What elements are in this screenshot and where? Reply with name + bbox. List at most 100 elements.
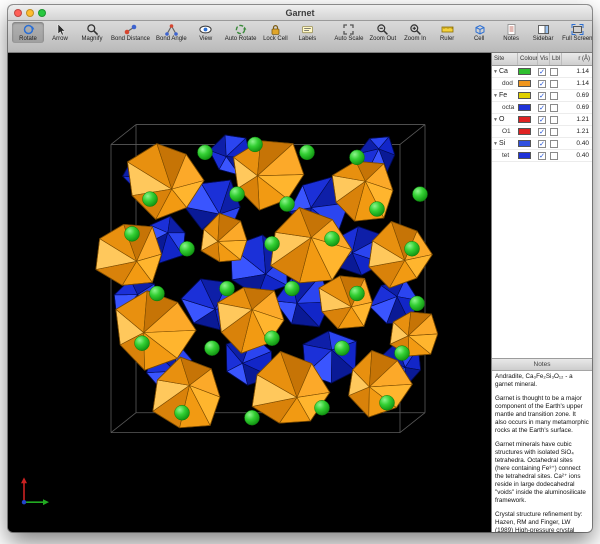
- site-color-swatch[interactable]: [518, 116, 531, 123]
- disclosure-triangle-icon[interactable]: ▼: [492, 117, 499, 123]
- site-row-fe[interactable]: ▼Fe✓0.69: [492, 90, 592, 102]
- tool-rotate-button[interactable]: Rotate: [12, 22, 44, 43]
- site-color-swatch[interactable]: [518, 80, 531, 87]
- calcium-atom[interactable]: [325, 231, 340, 246]
- site-row-ca[interactable]: ▼Ca✓1.14: [492, 66, 592, 78]
- panel-sidebar-button[interactable]: Sidebar: [527, 22, 559, 43]
- structure-canvas[interactable]: [8, 53, 491, 532]
- panel-cell-button[interactable]: Cell: [463, 22, 495, 43]
- label-checkbox[interactable]: [550, 140, 558, 148]
- column-header-vis[interactable]: Vis: [538, 53, 550, 65]
- calcium-atom[interactable]: [245, 410, 260, 425]
- ruler-icon: [441, 23, 454, 36]
- site-row-o1[interactable]: O1✓1.21: [492, 126, 592, 138]
- zoom-button[interactable]: [38, 9, 46, 17]
- panel-full-screen-button[interactable]: Full Screen: [559, 22, 592, 43]
- tool-lock-cell-button[interactable]: Lock Cell: [259, 22, 291, 43]
- site-row-dod[interactable]: dod✓1.14: [492, 78, 592, 90]
- column-header-site[interactable]: Site: [492, 53, 518, 65]
- label-checkbox[interactable]: [550, 68, 558, 76]
- column-header-lbl[interactable]: Lbl: [550, 53, 562, 65]
- calcium-atom[interactable]: [175, 405, 190, 420]
- calcium-atom[interactable]: [380, 395, 395, 410]
- orange-polyhedron[interactable]: [319, 276, 372, 329]
- site-row-si[interactable]: ▼Si✓0.40: [492, 138, 592, 150]
- tool-bond-angle-button[interactable]: Bond Angle: [153, 22, 190, 43]
- calcium-atom[interactable]: [265, 331, 280, 346]
- tool-auto-rotate-button[interactable]: Auto Rotate: [222, 22, 260, 43]
- visibility-checkbox[interactable]: ✓: [538, 128, 546, 136]
- visibility-checkbox[interactable]: ✓: [538, 116, 546, 124]
- site-name: Si: [499, 140, 505, 147]
- disclosure-triangle-icon[interactable]: ▼: [492, 69, 499, 75]
- site-color-swatch[interactable]: [518, 68, 531, 75]
- calcium-atom[interactable]: [395, 346, 410, 361]
- site-color-swatch[interactable]: [518, 152, 531, 159]
- panel-ruler-button[interactable]: Ruler: [431, 22, 463, 43]
- calcium-atom[interactable]: [248, 137, 263, 152]
- calcium-atom[interactable]: [125, 226, 140, 241]
- column-header-r[interactable]: r (Å): [562, 53, 592, 65]
- title-bar[interactable]: Garnet: [8, 5, 592, 21]
- calcium-atom[interactable]: [405, 241, 420, 256]
- calcium-atom[interactable]: [350, 286, 365, 301]
- calcium-atom[interactable]: [265, 236, 280, 251]
- label-checkbox[interactable]: [550, 92, 558, 100]
- calcium-atom[interactable]: [350, 150, 365, 165]
- calcium-atom[interactable]: [285, 281, 300, 296]
- label-checkbox[interactable]: [550, 116, 558, 124]
- calcium-atom[interactable]: [135, 336, 150, 351]
- column-header-colour[interactable]: Colour: [518, 53, 538, 65]
- tool-bond-distance-button[interactable]: Bond Distance: [108, 22, 153, 43]
- site-color-swatch[interactable]: [518, 92, 531, 99]
- calcium-atom[interactable]: [280, 197, 295, 212]
- visibility-checkbox[interactable]: ✓: [538, 140, 546, 148]
- calcium-atom[interactable]: [150, 286, 165, 301]
- visibility-checkbox[interactable]: ✓: [538, 152, 546, 160]
- calcium-atom[interactable]: [198, 145, 213, 160]
- visibility-checkbox[interactable]: ✓: [538, 92, 546, 100]
- zoom-out-icon: [376, 23, 389, 36]
- visibility-checkbox[interactable]: ✓: [538, 80, 546, 88]
- site-row-octa[interactable]: octa✓0.69: [492, 102, 592, 114]
- tool-view-button[interactable]: View: [190, 22, 222, 43]
- tool-zoom-out-button[interactable]: Zoom Out: [366, 22, 399, 43]
- close-button[interactable]: [14, 9, 22, 17]
- notes-text[interactable]: Andradite, Ca₃Fe₂Si₃O₁₂ - a garnet miner…: [492, 371, 592, 532]
- disclosure-triangle-icon[interactable]: ▼: [492, 93, 499, 99]
- tool-label: Ruler: [440, 36, 454, 43]
- calcium-atom[interactable]: [335, 341, 350, 356]
- site-color-swatch[interactable]: [518, 140, 531, 147]
- tool-arrow-button[interactable]: Arrow: [44, 22, 76, 43]
- label-checkbox[interactable]: [550, 104, 558, 112]
- calcium-atom[interactable]: [410, 296, 425, 311]
- site-row-tet[interactable]: tet✓0.40: [492, 150, 592, 162]
- minimize-button[interactable]: [26, 9, 34, 17]
- site-color-swatch[interactable]: [518, 104, 531, 111]
- tool-labels-button[interactable]: Labels: [291, 22, 323, 43]
- tool-auto-scale-button[interactable]: Auto Scale: [331, 22, 366, 43]
- notes-panel-title[interactable]: Notes: [492, 359, 592, 371]
- label-checkbox[interactable]: [550, 152, 558, 160]
- label-checkbox[interactable]: [550, 80, 558, 88]
- visibility-checkbox[interactable]: ✓: [538, 104, 546, 112]
- orange-polyhedron[interactable]: [369, 221, 433, 288]
- calcium-atom[interactable]: [143, 192, 158, 207]
- calcium-atom[interactable]: [205, 341, 220, 356]
- site-row-o[interactable]: ▼O✓1.21: [492, 114, 592, 126]
- visibility-checkbox[interactable]: ✓: [538, 68, 546, 76]
- calcium-atom[interactable]: [180, 241, 195, 256]
- calcium-atom[interactable]: [300, 145, 315, 160]
- panel-notes-button[interactable]: Notes: [495, 22, 527, 43]
- tool-magnify-button[interactable]: Magnify: [76, 22, 108, 43]
- calcium-atom[interactable]: [370, 202, 385, 217]
- site-color-swatch[interactable]: [518, 128, 531, 135]
- label-checkbox[interactable]: [550, 128, 558, 136]
- tool-zoom-in-button[interactable]: Zoom In: [399, 22, 431, 43]
- sidebar: SiteColourVisLblr (Å) ▼Ca✓1.14dod✓1.14▼F…: [491, 53, 592, 532]
- calcium-atom[interactable]: [230, 187, 245, 202]
- disclosure-triangle-icon[interactable]: ▼: [492, 141, 499, 147]
- calcium-atom[interactable]: [315, 400, 330, 415]
- calcium-atom[interactable]: [413, 187, 428, 202]
- calcium-atom[interactable]: [220, 281, 235, 296]
